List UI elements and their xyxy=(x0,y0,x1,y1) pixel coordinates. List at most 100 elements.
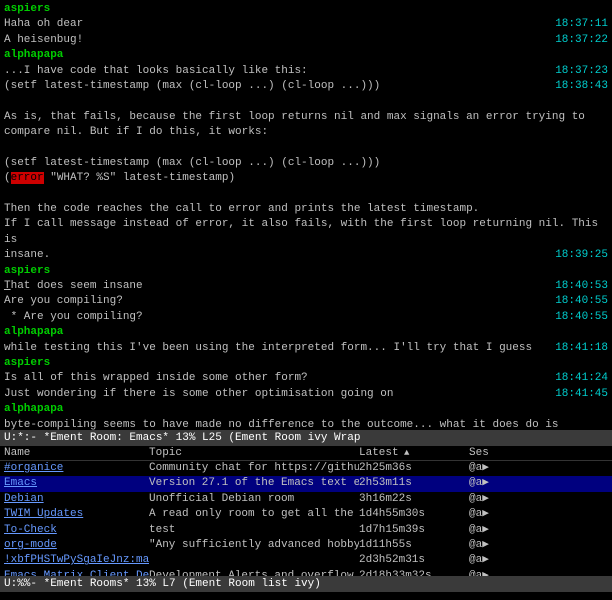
msg-line: A heisenbug! 18:37:22 xyxy=(4,33,608,48)
msg-line: aspiers xyxy=(4,356,608,371)
msg-line: alphapapa xyxy=(4,48,608,63)
chat-area: aspiers Haha oh dear 18:37:11 A heisenbu… xyxy=(0,0,612,430)
msg-line: Just wondering if there is some other op… xyxy=(4,387,608,402)
room-topic: "Any sufficiently advanced hobby... xyxy=(149,538,359,553)
msg-line: (setf latest-timestamp (max (cl-loop ...… xyxy=(4,156,608,171)
timestamp: 18:40:53 xyxy=(555,279,608,294)
msg-line xyxy=(4,141,608,156)
room-latest: 2d18h33m32s xyxy=(359,569,469,576)
room-ses: @a▶ xyxy=(469,476,519,491)
message-text: byte-compiling seems to have made no dif… xyxy=(4,418,600,430)
room-row[interactable]: Debian Unofficial Debian room 3h16m22s @… xyxy=(0,492,612,507)
msg-line xyxy=(4,94,608,109)
room-ses: @a▶ xyxy=(469,569,519,576)
room-latest: 2h53m11s xyxy=(359,476,469,491)
code-text: (setf latest-timestamp (max (cl-loop ...… xyxy=(4,79,547,94)
room-latest: 1d4h55m30s xyxy=(359,507,469,522)
msg-line: As is, that fails, because the first loo… xyxy=(4,110,608,125)
room-topic: Community chat for https://githu... xyxy=(149,461,359,476)
msg-line: * Are you compiling? 18:40:55 xyxy=(4,310,608,325)
username: alphapapa xyxy=(4,403,63,415)
timestamp: 18:37:11 xyxy=(555,17,608,32)
room-ses: @a▶ xyxy=(469,461,519,476)
msg-line xyxy=(4,187,608,202)
room-ses: @a▶ xyxy=(469,492,519,507)
room-link[interactable]: !xbfPHSTwPySgaIeJnz:ma... xyxy=(4,554,149,566)
msg-line: alphapapa xyxy=(4,325,608,340)
message-text: Then the code reaches the call to error … xyxy=(4,202,600,217)
timestamp: 18:40:55 xyxy=(555,310,608,325)
col-header-ses: Ses xyxy=(469,447,519,459)
message-text: Just wondering if there is some other op… xyxy=(4,387,547,402)
message-text: Haha oh dear xyxy=(4,17,547,32)
msg-line: Haha oh dear 18:37:11 xyxy=(4,17,608,32)
room-row[interactable]: Emacs Matrix Client Dev... Development A… xyxy=(0,569,612,576)
room-latest: 2d3h52m31s xyxy=(359,553,469,568)
username: aspiers xyxy=(4,357,50,369)
message-text: while testing this I've been using the i… xyxy=(4,341,547,356)
msg-line: alphapapa xyxy=(4,402,608,417)
msg-line: If I call message instead of error, it a… xyxy=(4,217,608,248)
room-ses: @a▶ xyxy=(469,523,519,538)
room-latest: 2h25m36s xyxy=(359,461,469,476)
msg-line: Are you compiling? 18:40:55 xyxy=(4,294,608,309)
room-row[interactable]: TWIM Updates A read only room to get all… xyxy=(0,507,612,522)
timestamp: 18:38:43 xyxy=(555,79,608,94)
room-link[interactable]: Debian xyxy=(4,493,44,505)
msg-line: compare nil. But if I do this, it works: xyxy=(4,125,608,140)
message-text: If I call message instead of error, it a… xyxy=(4,217,600,248)
room-link[interactable]: #organice xyxy=(4,462,63,474)
room-topic xyxy=(149,553,359,568)
timestamp: 18:40:55 xyxy=(555,294,608,309)
message-text: Are you compiling? xyxy=(4,294,547,309)
timestamp: 18:41:24 xyxy=(555,371,608,386)
username: aspiers xyxy=(4,265,50,277)
room-list-header: Name Topic Latest Ses xyxy=(0,446,612,461)
col-header-latest: Latest xyxy=(359,447,469,459)
room-row[interactable]: !xbfPHSTwPySgaIeJnz:ma... 2d3h52m31s @a▶ xyxy=(0,553,612,568)
room-link[interactable]: Emacs xyxy=(4,477,37,489)
room-ses: @a▶ xyxy=(469,538,519,553)
msg-line: Is all of this wrapped inside some other… xyxy=(4,371,608,386)
code-text: (setf latest-timestamp (max (cl-loop ...… xyxy=(4,156,600,171)
username: aspiers xyxy=(4,3,50,15)
msg-line: aspiers xyxy=(4,264,608,279)
message-text: A heisenbug! xyxy=(4,33,547,48)
msg-line: ...I have code that looks basically like… xyxy=(4,64,608,79)
room-row[interactable]: To-Check test 1d7h15m39s @a▶ xyxy=(0,523,612,538)
username: alphapapa xyxy=(4,326,63,338)
message-text: Is all of this wrapped inside some other… xyxy=(4,371,547,386)
message-text: insane. xyxy=(4,248,547,263)
error-token: error xyxy=(11,172,44,184)
mode-line-top-text: U:*:- *Ement Room: Emacs* 13% L25 (Ement… xyxy=(4,432,360,444)
mode-line-bottom-text: U:%%- *Ement Rooms* 13% L7 (Ement Room l… xyxy=(4,578,321,590)
message-text: * Are you compiling? xyxy=(4,310,547,325)
mode-line-bottom: U:%%- *Ement Rooms* 13% L7 (Ement Room l… xyxy=(0,576,612,592)
message-text: That does seem insane xyxy=(4,279,547,294)
room-row[interactable]: #organice Community chat for https://git… xyxy=(0,461,612,476)
room-row[interactable]: org-mode "Any sufficiently advanced hobb… xyxy=(0,538,612,553)
msg-line: while testing this I've been using the i… xyxy=(4,341,608,356)
username: alphapapa xyxy=(4,49,63,61)
message-text xyxy=(4,94,600,109)
room-ses: @a▶ xyxy=(469,553,519,568)
room-topic: Version 27.1 of the Emacs text e... xyxy=(149,476,359,491)
message-text: ...I have code that looks basically like… xyxy=(4,64,547,79)
msg-line: (error "WHAT? %S" latest-timestamp) xyxy=(4,171,608,186)
msg-line: insane. 18:39:25 xyxy=(4,248,608,263)
room-ses: @a▶ xyxy=(469,507,519,522)
room-latest: 3h16m22s xyxy=(359,492,469,507)
mode-line-top: U:*:- *Ement Room: Emacs* 13% L25 (Ement… xyxy=(0,430,612,446)
msg-line: (setf latest-timestamp (max (cl-loop ...… xyxy=(4,79,608,94)
col-header-topic: Topic xyxy=(149,447,359,459)
room-link[interactable]: org-mode xyxy=(4,539,57,551)
message-text xyxy=(4,141,600,156)
room-link[interactable]: Emacs Matrix Client Dev... xyxy=(4,570,149,576)
room-row[interactable]: Emacs Version 27.1 of the Emacs text e..… xyxy=(0,476,612,491)
room-topic: Unofficial Debian room xyxy=(149,492,359,507)
room-link[interactable]: TWIM Updates xyxy=(4,508,83,520)
room-topic: test xyxy=(149,523,359,538)
room-link[interactable]: To-Check xyxy=(4,524,57,536)
message-text: As is, that fails, because the first loo… xyxy=(4,110,600,125)
room-list-area[interactable]: Name Topic Latest Ses #organice Communit… xyxy=(0,446,612,576)
